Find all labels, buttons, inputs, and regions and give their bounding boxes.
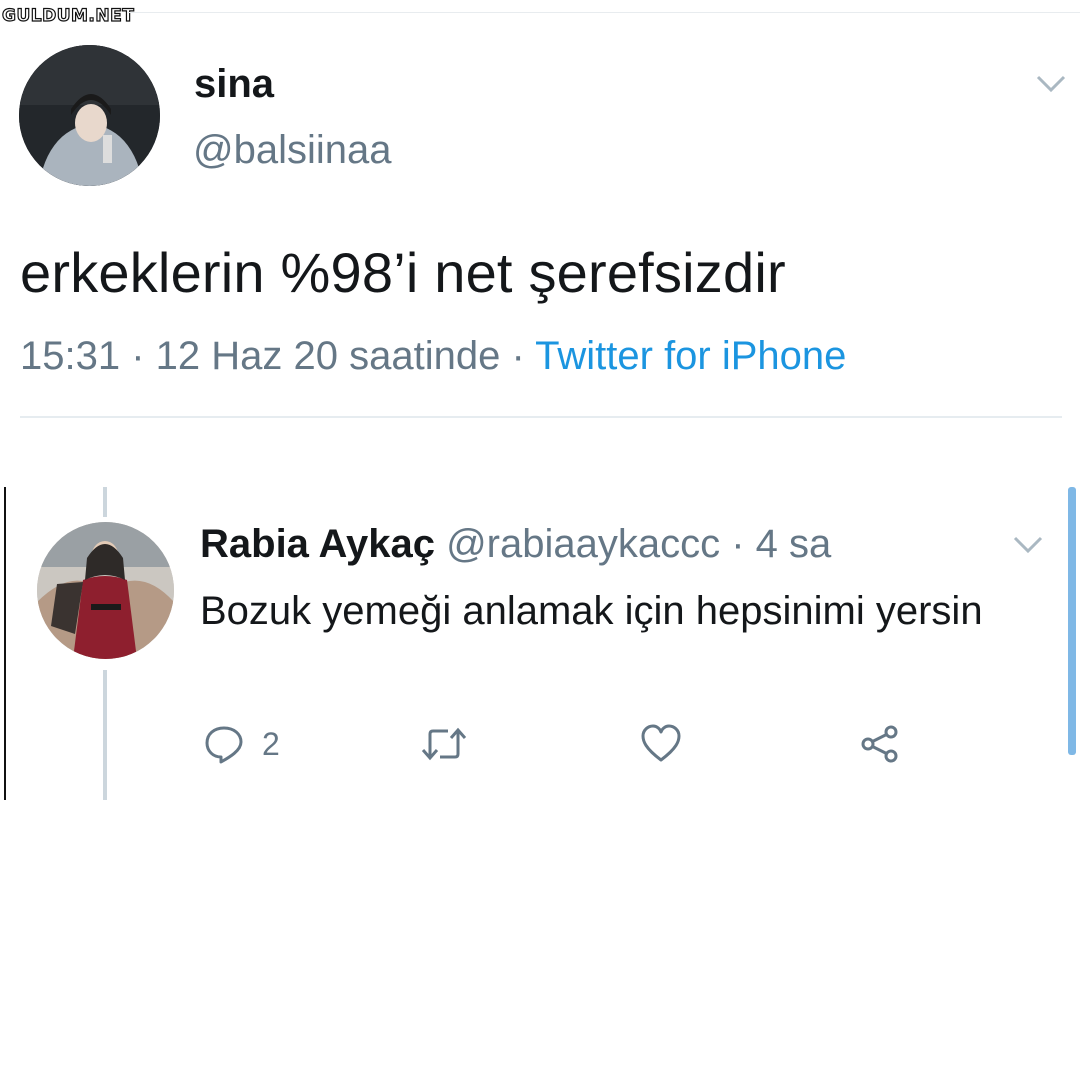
tweet-meta: 15:31 · 12 Haz 20 saatinde · Twitter for… [20, 334, 846, 379]
reply-handle-time[interactable]: @rabiaaykaccc · 4 sa [435, 522, 831, 566]
reply-button[interactable]: 2 [204, 724, 280, 764]
heart-icon [641, 724, 681, 762]
tweet-timestamp[interactable]: 15:31 · 12 Haz 20 saatinde · [20, 334, 535, 378]
reply-icon [205, 726, 243, 764]
user-handle[interactable]: @balsiinaa [193, 128, 392, 173]
reply-display-name[interactable]: Rabia Aykaç [200, 522, 435, 566]
scrollbar[interactable] [1068, 487, 1076, 755]
avatar-photo [19, 45, 160, 186]
display-name[interactable]: sina [194, 62, 274, 107]
watermark-logo: GULDUM.NET [1, 5, 135, 26]
avatar-photo [37, 522, 174, 659]
share-button[interactable] [860, 724, 900, 764]
thread-line [103, 487, 107, 517]
retweet-icon [421, 727, 467, 761]
chevron-down-icon[interactable] [1012, 535, 1044, 555]
reply-count: 2 [262, 725, 280, 762]
reply-avatar[interactable] [37, 522, 174, 659]
share-icon [861, 725, 898, 763]
divider [20, 416, 1062, 418]
action-bar: 2 [0, 724, 1080, 768]
tweet-source-link[interactable]: Twitter for iPhone [535, 334, 846, 378]
like-button[interactable] [641, 724, 681, 764]
avatar[interactable] [19, 45, 160, 186]
top-divider [128, 12, 1080, 13]
reply-header: Rabia Aykaç @rabiaaykaccc · 4 sa [200, 522, 831, 567]
reply-text: Bozuk yemeği anlamak için hepsinimi yers… [200, 589, 983, 633]
chevron-down-icon[interactable] [1035, 74, 1067, 94]
tweet-text: erkeklerin %98’i net şerefsizdir [20, 241, 786, 304]
retweet-button[interactable] [420, 724, 468, 764]
